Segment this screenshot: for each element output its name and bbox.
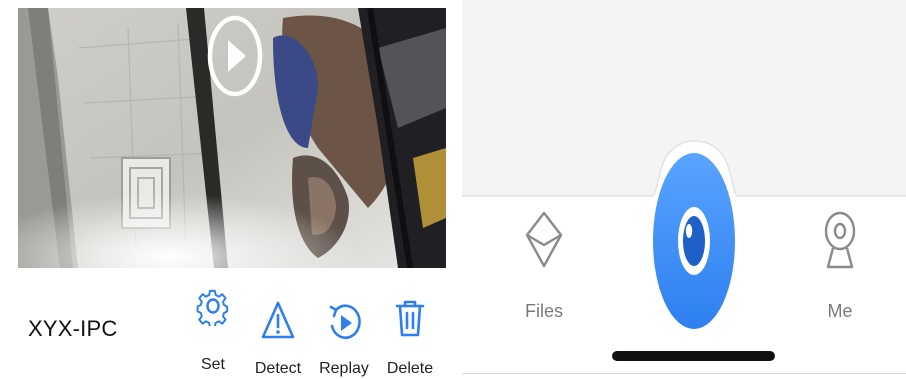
webcam-icon bbox=[824, 211, 856, 269]
warning-triangle-icon bbox=[261, 301, 295, 339]
detect-button[interactable]: Detect bbox=[246, 286, 310, 378]
play-button[interactable] bbox=[207, 14, 263, 98]
camera-card[interactable]: XYX-IPC Set Detect Replay Delete bbox=[18, 8, 446, 379]
tab-files-label: Files bbox=[524, 301, 563, 321]
replay-icon bbox=[329, 304, 361, 340]
gear-icon bbox=[196, 289, 229, 326]
device-name: XYX-IPC bbox=[28, 316, 118, 341]
delete-button[interactable]: Delete bbox=[378, 286, 442, 378]
camera-preview-thumbnail[interactable] bbox=[18, 8, 446, 268]
tab-camera-center-button[interactable] bbox=[652, 151, 736, 332]
envelope-box-icon bbox=[525, 211, 563, 268]
play-circle-icon bbox=[207, 15, 263, 97]
tab-bar-panel: Files Me bbox=[462, 0, 906, 379]
delete-label: Delete bbox=[386, 360, 434, 377]
trash-icon bbox=[395, 300, 425, 337]
camera-card-footer: XYX-IPC Set Detect Replay Delete bbox=[18, 268, 446, 379]
eye-camera-icon bbox=[653, 153, 735, 329]
detect-label: Detect bbox=[254, 360, 302, 377]
tab-me-label: Me bbox=[827, 301, 853, 321]
set-label: Set bbox=[200, 356, 225, 373]
home-indicator bbox=[612, 351, 775, 361]
replay-label: Replay bbox=[319, 360, 369, 377]
bottom-divider bbox=[462, 373, 906, 374]
tab-me[interactable]: Me bbox=[810, 205, 870, 325]
camera-list-panel: XYX-IPC Set Detect Replay Delete bbox=[0, 0, 452, 379]
tab-files[interactable]: Files bbox=[514, 205, 574, 325]
replay-button[interactable]: Replay bbox=[312, 286, 376, 378]
set-button[interactable]: Set bbox=[181, 286, 245, 378]
